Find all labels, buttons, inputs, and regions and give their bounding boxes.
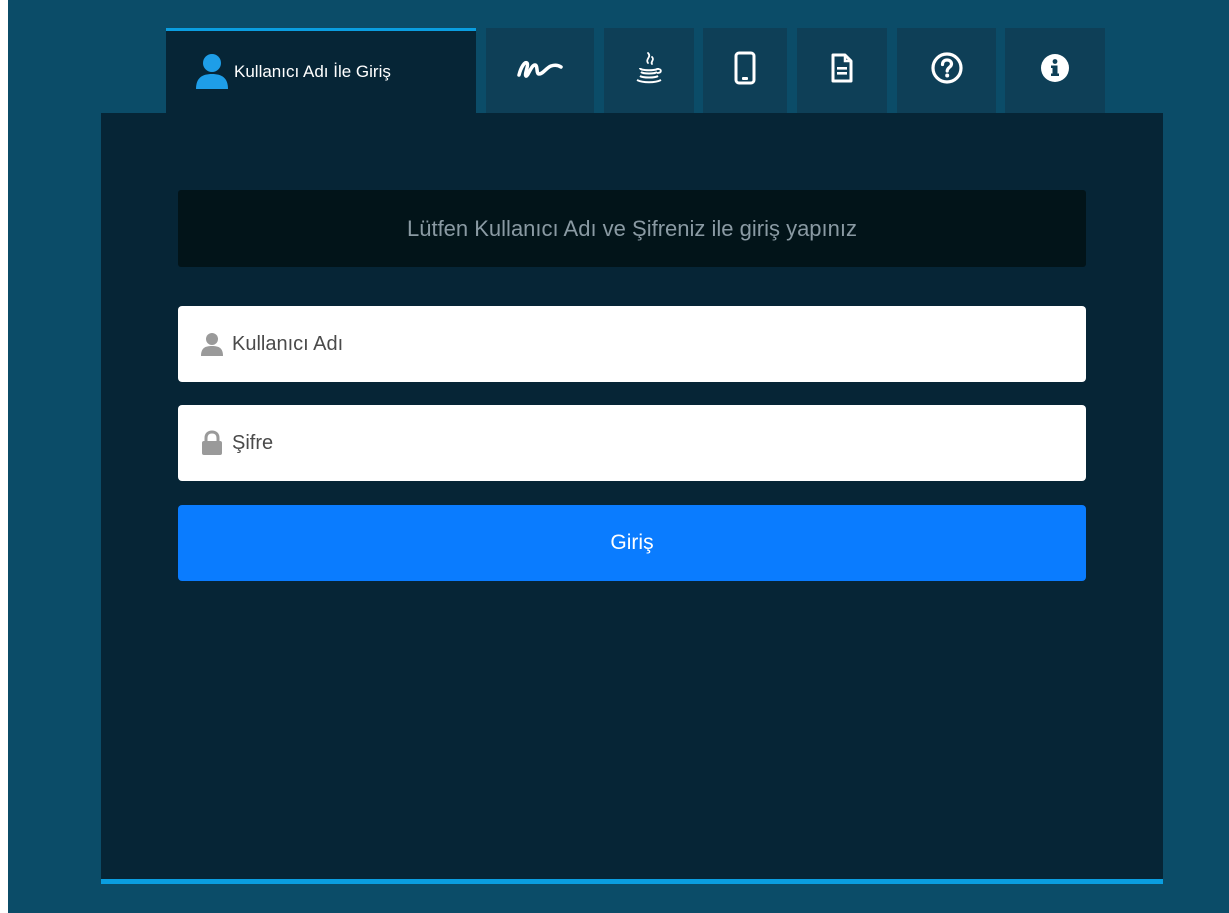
tab-help[interactable] [897, 28, 996, 113]
page-edge [0, 0, 8, 913]
tab-username-login[interactable]: Kullanıcı Adı İle Giriş [166, 28, 476, 113]
tab-java-login[interactable] [604, 28, 694, 113]
tab-info[interactable] [1005, 28, 1105, 113]
username-field[interactable] [178, 306, 1086, 382]
password-input[interactable] [232, 431, 1052, 455]
password-field[interactable] [178, 405, 1086, 481]
help-icon [930, 52, 963, 89]
tab-e-signature[interactable] [486, 28, 594, 113]
login-notice: Lütfen Kullanıcı Adı ve Şifreniz ile gir… [178, 190, 1086, 267]
info-icon [1040, 53, 1070, 88]
tab-document[interactable] [797, 28, 887, 113]
user-icon [194, 52, 230, 92]
signature-icon [516, 55, 564, 86]
panel-bottom-border [101, 879, 1163, 884]
tab-username-login-label: Kullanıcı Adı İle Giriş [234, 62, 391, 81]
login-button[interactable]: Giriş [178, 505, 1086, 581]
tab-mobile-login[interactable] [703, 28, 787, 113]
java-icon [635, 51, 663, 90]
user-icon [200, 332, 224, 356]
username-input[interactable] [232, 332, 1052, 356]
mobile-icon [734, 51, 756, 90]
lock-icon [200, 430, 224, 455]
document-icon [831, 53, 853, 88]
